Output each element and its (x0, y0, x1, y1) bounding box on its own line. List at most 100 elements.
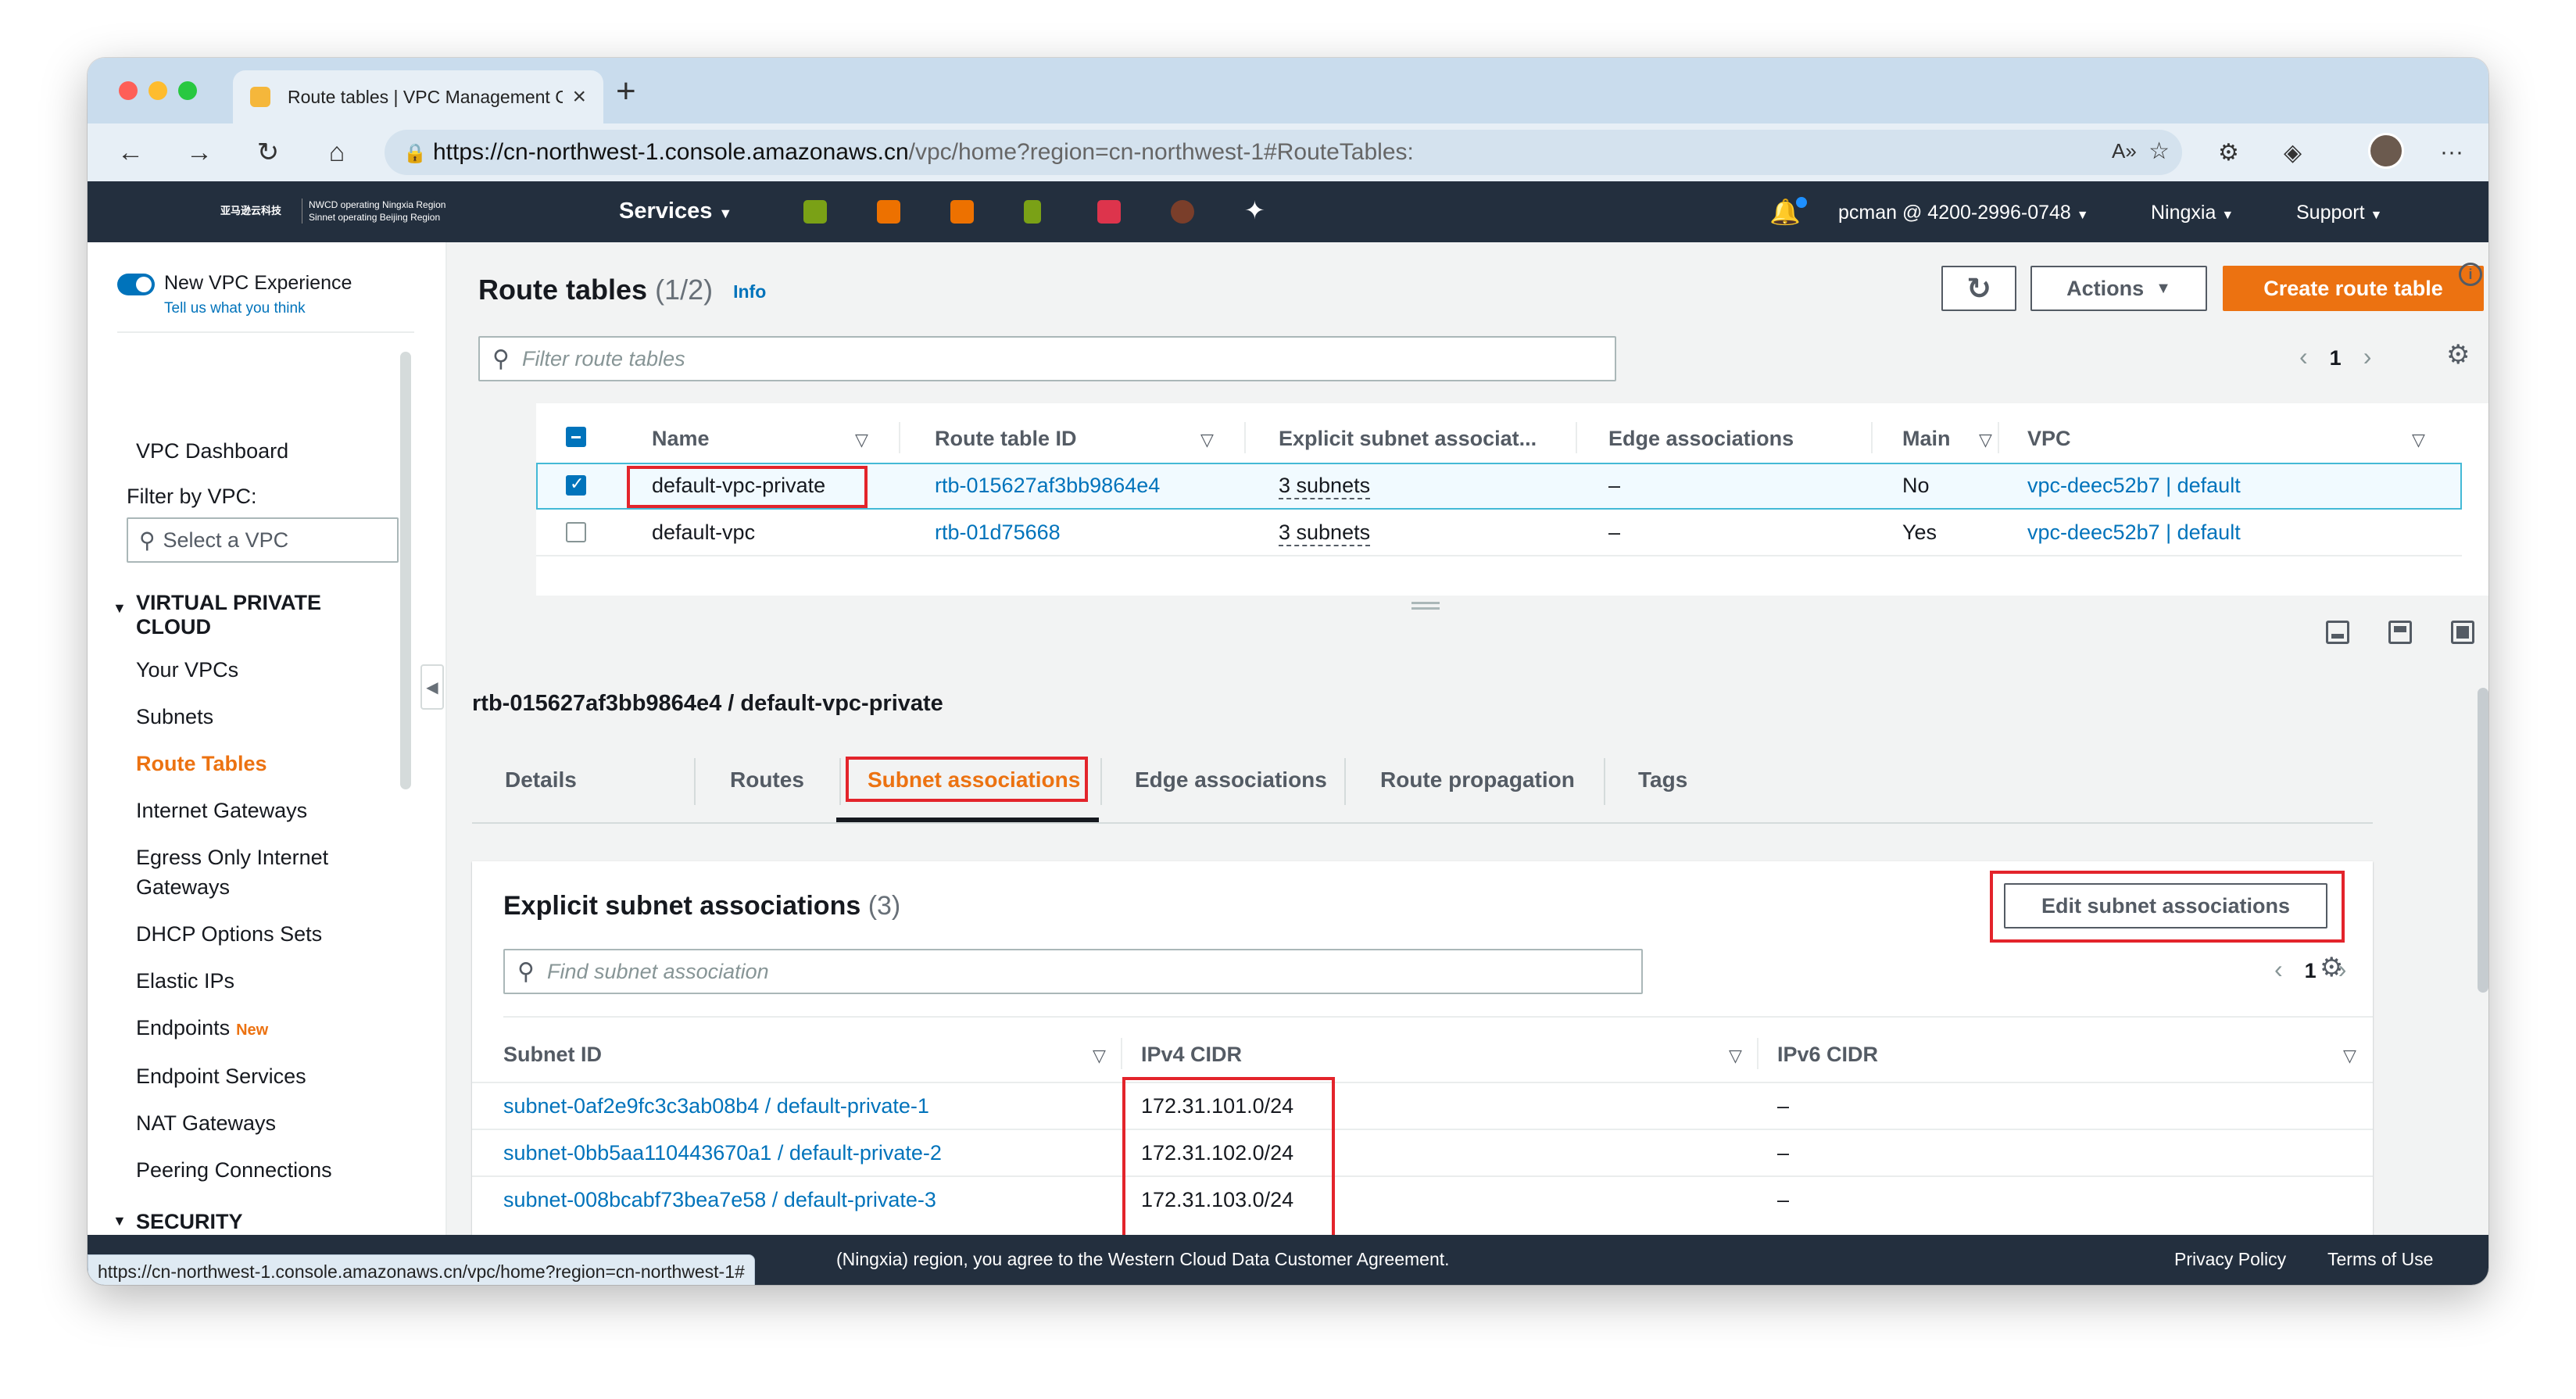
split-bottom-icon[interactable] (2326, 621, 2349, 644)
split-side-icon[interactable] (2388, 621, 2412, 644)
reload-icon[interactable]: ↻ (249, 133, 288, 172)
agreement-link[interactable]: Western Cloud Data Customer Agreement (1108, 1249, 1444, 1269)
subnet-id-link[interactable]: subnet-008bcabf73bea7e58 / default-priva… (503, 1188, 936, 1212)
column-header-ipv6-cidr[interactable]: IPv6 CIDR (1777, 1043, 1878, 1067)
create-route-table-button[interactable]: Create route table (2223, 266, 2484, 311)
full-page-icon[interactable] (2451, 621, 2474, 644)
sort-icon[interactable]: ▽ (1200, 430, 1214, 450)
filter-route-tables-input[interactable]: ⚲ Filter route tables (478, 336, 1616, 381)
browser-essentials-icon[interactable]: ◈ (2284, 139, 2302, 166)
zoom-window-button[interactable] (178, 81, 197, 100)
minimize-window-button[interactable] (148, 81, 167, 100)
actions-button[interactable]: Actions ▼ (2030, 266, 2207, 311)
profile-avatar[interactable] (2368, 133, 2404, 169)
sort-icon[interactable]: ▽ (855, 430, 868, 450)
pin-icon[interactable]: ✦ (1244, 195, 1265, 225)
sort-icon[interactable]: ▽ (1093, 1046, 1106, 1066)
account-menu[interactable]: pcman @ 4200-2996-0748 ▼ (1838, 202, 2089, 224)
forward-arrow-icon[interactable]: → (180, 133, 219, 172)
detail-scrollbar[interactable] (2478, 688, 2488, 993)
page-number[interactable]: 1 (2330, 346, 2342, 370)
column-header-name[interactable]: Name (652, 427, 710, 451)
vpc-link[interactable]: vpc-deec52b7 | default (2027, 474, 2241, 498)
column-header-explicit-subnet[interactable]: Explicit subnet associat... (1279, 427, 1537, 451)
new-tab-icon[interactable]: + (616, 72, 636, 111)
sidebar-item-endpoint-services[interactable]: Endpoint Services (136, 1064, 306, 1089)
next-page-icon[interactable]: › (2363, 342, 2372, 370)
sidebar-item-dhcp-options-sets[interactable]: DHCP Options Sets (136, 922, 322, 946)
gear-icon[interactable]: ⚙ (2446, 339, 2470, 370)
edit-subnet-associations-button[interactable]: Edit subnet associations (2004, 883, 2327, 928)
browser-tab[interactable]: Route tables | VPC Management Console × (233, 70, 603, 123)
column-header-edge-associations[interactable]: Edge associations (1608, 427, 1794, 451)
key-shortcut-icon[interactable] (1024, 200, 1041, 224)
table-row[interactable]: default-vpc rtb-01d75668 3 subnets – Yes… (536, 510, 2462, 556)
ec2-shortcut-icon[interactable] (877, 200, 900, 224)
support-menu[interactable]: Support ▼ (2296, 202, 2382, 224)
sort-icon[interactable]: ▽ (1729, 1046, 1742, 1066)
gear-icon[interactable]: ⚙ (2320, 952, 2343, 983)
subnet-id-link[interactable]: subnet-0af2e9fc3c3ab08b4 / default-priva… (503, 1094, 929, 1118)
region-menu[interactable]: Ningxia ▼ (2151, 202, 2234, 224)
prev-page-icon[interactable]: ‹ (2274, 955, 2283, 983)
column-header-ipv4-cidr[interactable]: IPv4 CIDR (1141, 1043, 1242, 1067)
privacy-policy-link[interactable]: Privacy Policy (2174, 1249, 2286, 1270)
tab-tags[interactable]: Tags (1638, 767, 1687, 793)
sort-icon[interactable]: ▽ (2343, 1046, 2356, 1066)
services-menu[interactable]: Services ▼ (619, 199, 732, 224)
row-checkbox[interactable] (566, 522, 586, 542)
sort-icon[interactable]: ▽ (1979, 430, 1992, 450)
home-icon[interactable]: ⌂ (317, 133, 356, 172)
explicit-subnets-value[interactable]: 3 subnets (1279, 474, 1371, 499)
vpc-shortcut-icon[interactable] (803, 200, 827, 224)
lambda-shortcut-icon[interactable] (950, 200, 974, 224)
refresh-button[interactable]: ↻ (1941, 266, 2016, 311)
sidebar-item-your-vpcs[interactable]: Your VPCs (136, 658, 238, 682)
sidebar-item-peering-connections[interactable]: Peering Connections (136, 1158, 332, 1183)
url-field[interactable]: 🔒 https://cn-northwest-1.console.amazona… (385, 130, 2182, 175)
find-subnet-association-input[interactable]: ⚲ Find subnet association (503, 949, 1643, 994)
sidebar-item-vpc-dashboard[interactable]: VPC Dashboard (136, 439, 288, 463)
tab-subnet-associations[interactable]: Subnet associations (868, 767, 1080, 793)
subnet-id-link[interactable]: subnet-0bb5aa110443670a1 / default-priva… (503, 1141, 942, 1165)
prev-page-icon[interactable]: ‹ (2299, 342, 2308, 370)
tab-details[interactable]: Details (505, 767, 577, 793)
select-all-checkbox[interactable] (566, 427, 586, 447)
table-row[interactable]: default-vpc-private rtb-015627af3bb9864e… (536, 463, 2462, 510)
close-tab-icon[interactable]: × (572, 84, 586, 110)
favorite-star-icon[interactable]: ☆ (2148, 138, 2170, 165)
explicit-subnets-value[interactable]: 3 subnets (1279, 521, 1371, 546)
column-header-vpc[interactable]: VPC (2027, 427, 2071, 451)
route-table-id-link[interactable]: rtb-015627af3bb9864e4 (935, 474, 1160, 498)
sidebar-item-egress-only-internet[interactable]: Egress Only Internet (136, 846, 328, 870)
tell-us-link[interactable]: Tell us what you think (164, 300, 306, 317)
sidebar-item-endpoints[interactable]: Endpoints New (136, 1016, 268, 1040)
sidebar-item-internet-gateways[interactable]: Internet Gateways (136, 799, 307, 823)
row-checkbox[interactable] (566, 474, 586, 496)
sidebar-item-nat-gateways[interactable]: NAT Gateways (136, 1111, 276, 1136)
section-security[interactable]: ▼ SECURITY (113, 1210, 243, 1234)
iam-shortcut-icon[interactable] (1097, 200, 1121, 224)
new-vpc-experience-toggle[interactable] (117, 274, 155, 295)
vpc-link[interactable]: vpc-deec52b7 | default (2027, 521, 2241, 545)
info-link[interactable]: Info (733, 281, 766, 302)
close-window-button[interactable] (119, 81, 138, 100)
sidebar-item-elastic-ips[interactable]: Elastic IPs (136, 969, 234, 993)
tab-edge-associations[interactable]: Edge associations (1135, 767, 1327, 793)
back-arrow-icon[interactable]: ← (111, 133, 150, 172)
column-header-route-table-id[interactable]: Route table ID (935, 427, 1077, 451)
route-table-id-link[interactable]: rtb-01d75668 (935, 521, 1061, 545)
split-panel-drag-handle[interactable] (1411, 602, 1440, 610)
terms-of-use-link[interactable]: Terms of Use (2327, 1249, 2433, 1270)
sidebar-item-route-tables[interactable]: Route Tables (136, 752, 267, 776)
sidebar-item-egress-gateways[interactable]: Gateways (136, 875, 230, 900)
info-circle-icon[interactable]: i (2459, 263, 2482, 286)
tab-routes[interactable]: Routes (730, 767, 804, 793)
read-aloud-icon[interactable]: A» (2112, 139, 2137, 163)
sidebar-scrollbar[interactable] (400, 352, 411, 789)
section-virtual-private-cloud[interactable]: ▼ VIRTUAL PRIVATE CLOUD (113, 591, 321, 639)
page-number[interactable]: 1 (2305, 959, 2317, 982)
extensions-icon[interactable]: ⚙ (2218, 139, 2239, 166)
more-menu-icon[interactable]: ··· (2440, 139, 2463, 166)
sort-icon[interactable]: ▽ (2412, 430, 2425, 450)
